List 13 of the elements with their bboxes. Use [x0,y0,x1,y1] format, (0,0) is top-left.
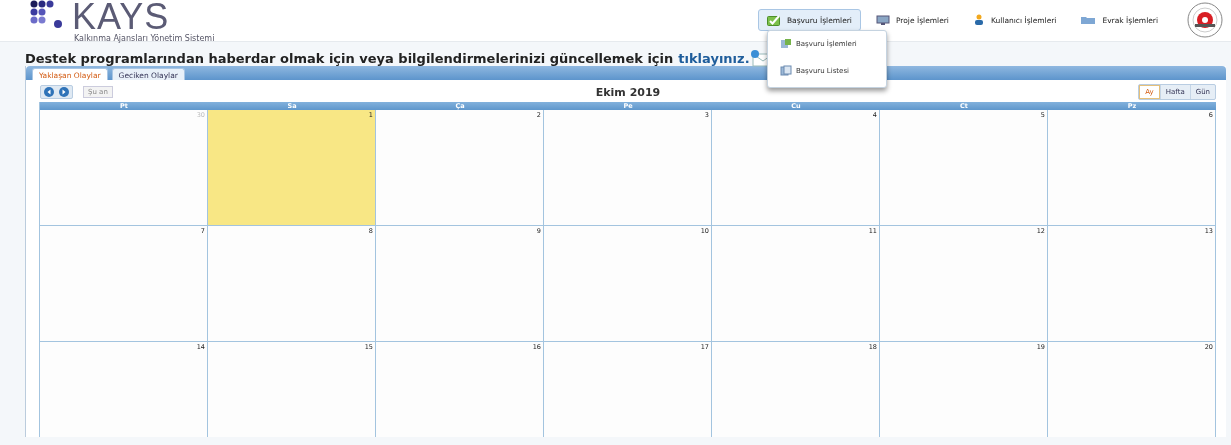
next-button[interactable] [59,87,69,97]
calendar-title: Ekim 2019 [595,85,661,99]
user-icon [972,14,985,26]
logo-subtitle: Kalkınma Ajansları Yönetim Sistemi [74,34,215,43]
checkbox-icon [766,14,781,26]
previous-button[interactable] [44,87,54,97]
subscribe-link[interactable]: tıklayınız. [678,50,750,66]
folder-icon [1080,15,1097,25]
logo-title: KAYS [72,0,170,34]
monitor-icon [875,14,890,26]
document-add-icon [780,38,792,49]
notice-text: Destek programlarından haberdar olmak için veya bilgilendirmelerinizi güncellemek için [25,50,674,66]
document-list-icon [780,65,792,76]
